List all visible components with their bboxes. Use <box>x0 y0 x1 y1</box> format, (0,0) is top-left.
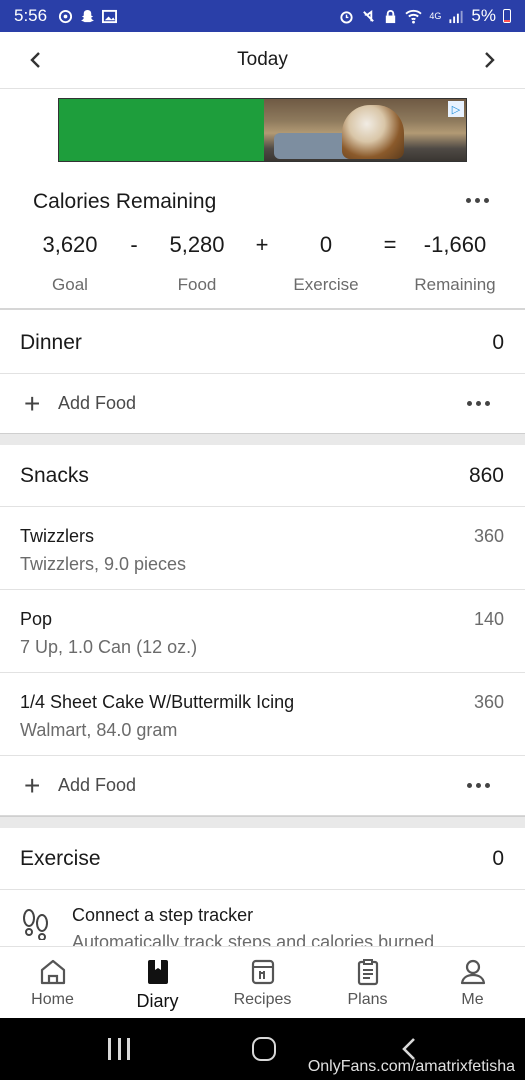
network-type: 4G <box>429 11 442 21</box>
food-name: Pop <box>20 609 53 629</box>
bottom-nav: Home Diary Recipes Plans Me <box>0 946 525 1018</box>
snacks-add-food-button[interactable]: Add Food <box>58 775 136 796</box>
snacks-title: Snacks <box>20 463 89 487</box>
calories-remaining-title: Calories Remaining <box>33 190 217 213</box>
food-name: 1/4 Sheet Cake W/Buttermilk Icing <box>20 692 295 712</box>
dinner-add-food-button[interactable]: Add Food <box>58 393 136 414</box>
plus-operator: + <box>255 232 269 257</box>
ad-green-panel <box>59 99 264 161</box>
calories-equation: 3,620 - 5,280 + 0 = -1,660 <box>0 232 525 262</box>
food-value: 5,280 <box>169 232 225 257</box>
food-calories: 360 <box>473 526 504 546</box>
status-time: 5:56 <box>14 6 48 25</box>
exercise-label: Exercise <box>293 275 359 294</box>
food-item-sheet-cake[interactable]: 1/4 Sheet Cake W/Buttermilk Icing Walmar… <box>0 673 525 756</box>
wifi-icon <box>405 9 423 24</box>
ad-photo-dog <box>342 105 404 159</box>
nav-diary[interactable]: Diary <box>105 947 210 1018</box>
gallery-icon <box>101 8 117 24</box>
nav-home[interactable]: Home <box>0 947 105 1018</box>
goal-value: 3,620 <box>42 232 98 257</box>
section-gap <box>0 816 525 828</box>
signal-icon <box>449 10 463 23</box>
dinner-total: 0 <box>492 330 504 354</box>
exercise-header[interactable]: Exercise 0 <box>0 828 525 890</box>
tracker-description: Automatically track steps and calories b… <box>72 932 435 946</box>
home-icon <box>40 959 65 985</box>
section-gap <box>0 433 525 445</box>
plans-icon <box>357 959 378 986</box>
plus-icon: + <box>24 387 41 419</box>
ad-choices-icon[interactable]: ▷ <box>448 101 464 117</box>
diary-icon <box>147 960 168 984</box>
nav-plans[interactable]: Plans <box>315 947 420 1018</box>
snacks-header[interactable]: Snacks 860 <box>0 445 525 507</box>
nav-recipes[interactable]: Recipes <box>210 947 315 1018</box>
equals-operator: = <box>383 232 397 257</box>
dinner-title: Dinner <box>20 330 82 354</box>
food-item-pop[interactable]: Pop 7 Up, 1.0 Can (12 oz.) 140 <box>0 590 525 673</box>
nav-me-label: Me <box>461 991 484 1008</box>
lock-notification-icon <box>386 9 396 23</box>
profile-icon <box>460 959 485 985</box>
exercise-title: Exercise <box>20 846 101 870</box>
mute-icon <box>363 9 375 22</box>
food-name: Twizzlers <box>20 526 95 546</box>
ad-photo: ▷ <box>264 99 466 161</box>
ad-banner[interactable]: ▷ <box>58 98 467 162</box>
food-label: Food <box>177 275 217 294</box>
exercise-value: 0 <box>319 232 333 257</box>
date-header: Today <box>0 32 525 89</box>
plus-icon: + <box>24 769 41 801</box>
snacks-total: 860 <box>468 463 504 487</box>
alarm-icon <box>340 10 353 24</box>
date-title[interactable]: Today <box>237 49 288 71</box>
nav-diary-label: Diary <box>136 991 179 1011</box>
minus-operator: - <box>130 232 138 257</box>
exercise-total: 0 <box>492 846 504 870</box>
snapchat-icon <box>79 8 95 24</box>
status-system-icons: 4G 5% <box>339 6 511 26</box>
nav-home-label: Home <box>31 991 74 1008</box>
food-item-twizzlers[interactable]: Twizzlers Twizzlers, 9.0 pieces 360 <box>0 507 525 590</box>
battery-percent: 5% <box>471 6 496 25</box>
watermark: OnlyFans.com/amatrixfetisha <box>307 1058 515 1075</box>
card-divider <box>0 308 525 310</box>
recents-icon[interactable] <box>108 1038 130 1060</box>
food-calories: 140 <box>473 609 504 629</box>
nav-me[interactable]: Me <box>420 947 525 1018</box>
calories-more-icon[interactable] <box>466 198 489 203</box>
food-calories: 360 <box>473 692 504 712</box>
remaining-value: -1,660 <box>423 232 487 257</box>
snacks-more-icon[interactable] <box>467 783 490 788</box>
food-description: 7 Up, 1.0 Can (12 oz.) <box>20 637 198 657</box>
home-button-icon[interactable] <box>252 1037 276 1061</box>
chevron-right-icon[interactable] <box>475 46 503 74</box>
tracker-title: Connect a step tracker <box>72 905 254 925</box>
chevron-left-icon[interactable] <box>22 46 50 74</box>
battery-icon <box>503 9 511 23</box>
dinner-add-food-row[interactable]: + Add Food <box>0 374 525 434</box>
snacks-add-food-row[interactable]: + Add Food <box>0 756 525 816</box>
food-description: Twizzlers, 9.0 pieces <box>20 554 187 574</box>
status-bar: 5:56 4G 5% <box>0 0 525 32</box>
footsteps-icon <box>23 909 48 940</box>
nav-plans-label: Plans <box>347 991 388 1008</box>
dinner-more-icon[interactable] <box>467 401 490 406</box>
status-notification-icons <box>57 8 117 24</box>
dinner-header[interactable]: Dinner 0 <box>0 312 525 374</box>
connect-step-tracker[interactable]: Connect a step tracker Automatically tra… <box>0 888 525 946</box>
nav-recipes-label: Recipes <box>233 991 292 1008</box>
recipes-icon <box>251 959 274 985</box>
calories-labels: Goal Food Exercise Remaining <box>0 275 525 297</box>
food-description: Walmart, 84.0 gram <box>20 720 178 740</box>
remaining-label: Remaining <box>414 275 496 294</box>
sync-icon <box>57 8 73 24</box>
goal-label: Goal <box>52 275 88 294</box>
